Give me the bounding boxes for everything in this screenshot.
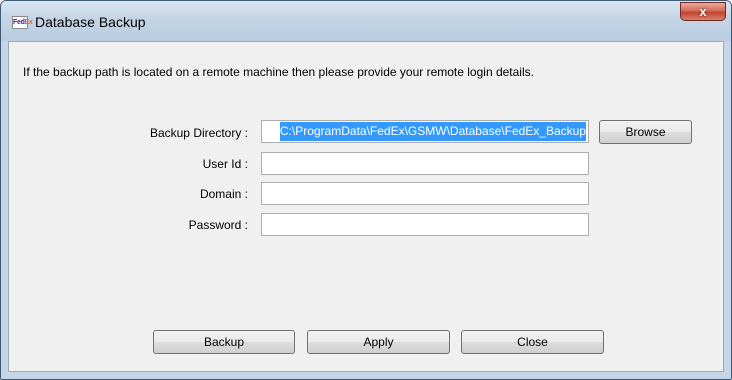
dialog-client-area: If the backup path is located on a remot… (8, 41, 724, 372)
browse-button[interactable]: Browse (599, 120, 692, 144)
password-label: Password : (188, 218, 248, 232)
password-input[interactable] (261, 213, 589, 236)
fedex-app-icon: FedEx (12, 16, 33, 29)
database-backup-window: FedEx Database Backup x If the backup pa… (0, 0, 732, 380)
backup-directory-label: Backup Directory : (149, 126, 248, 140)
user-id-input[interactable] (261, 152, 589, 175)
close-button[interactable]: Close (461, 330, 604, 354)
window-close-button[interactable]: x (680, 2, 726, 21)
backup-button[interactable]: Backup (153, 330, 295, 354)
title-bar[interactable]: FedEx Database Backup x (1, 1, 731, 41)
user-id-label: User Id : (202, 157, 248, 171)
remote-login-info-text: If the backup path is located on a remot… (23, 65, 534, 79)
backup-directory-selected-text: C:\ProgramData\FedEx\GSMW\Database\FedEx… (279, 122, 586, 141)
window-title: Database Backup (35, 14, 146, 30)
backup-directory-input[interactable]: C:\ProgramData\FedEx\GSMW\Database\FedEx… (261, 120, 589, 143)
domain-input[interactable] (261, 182, 589, 205)
close-icon: x (699, 4, 707, 19)
domain-label: Domain : (199, 187, 248, 201)
apply-button[interactable]: Apply (307, 330, 450, 354)
